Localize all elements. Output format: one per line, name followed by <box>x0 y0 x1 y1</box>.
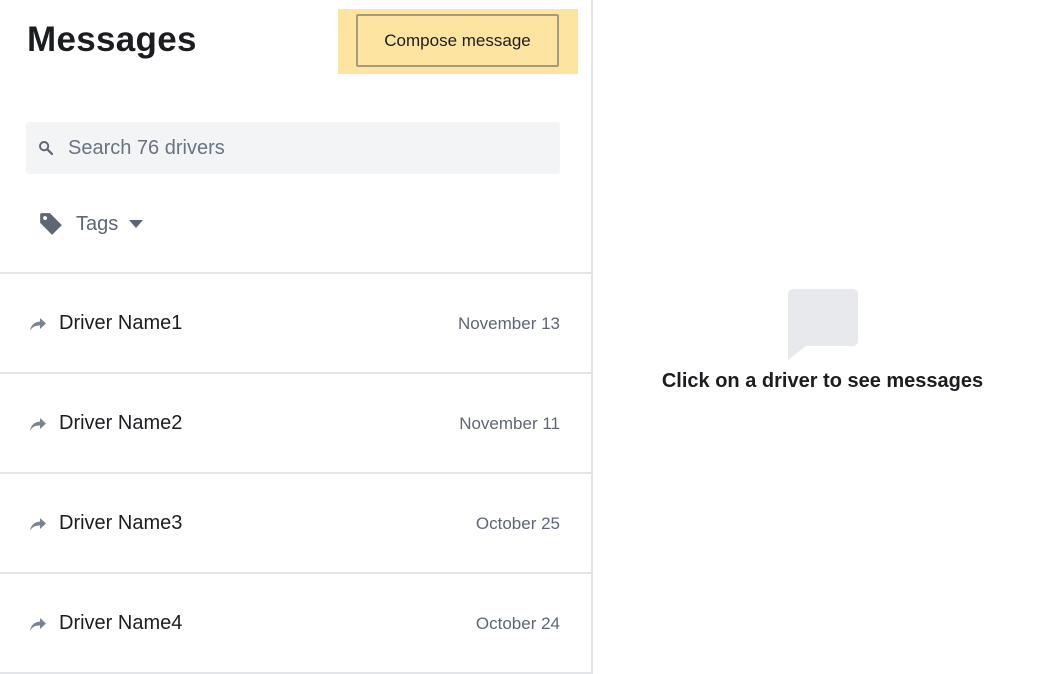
list-item[interactable]: Driver Name4 October 24 <box>0 572 592 674</box>
chevron-down-icon <box>129 220 144 228</box>
message-date: October 24 <box>475 614 560 633</box>
empty-state-message: Click on a driver to see messages <box>661 370 984 392</box>
driver-name: Driver Name2 <box>59 412 183 434</box>
forward-arrow-icon <box>30 318 46 331</box>
list-item[interactable]: Driver Name3 October 25 <box>0 472 592 572</box>
chat-bubble-icon <box>787 289 858 360</box>
driver-name: Driver Name1 <box>59 312 183 334</box>
message-date: November 13 <box>457 314 560 333</box>
driver-name: Driver Name4 <box>59 612 183 634</box>
tag-icon <box>40 213 62 235</box>
driver-list: Driver Name1 November 13 Driver Name2 No… <box>0 272 592 674</box>
list-item[interactable]: Driver Name2 November 11 <box>0 372 592 472</box>
forward-arrow-icon <box>30 618 46 631</box>
tags-label: Tags <box>76 212 119 235</box>
forward-arrow-icon <box>30 518 46 531</box>
empty-conversation-state: Click on a driver to see messages <box>593 288 1052 393</box>
list-item[interactable]: Driver Name1 November 13 <box>0 272 592 372</box>
search-icon <box>39 141 54 156</box>
forward-arrow-icon <box>30 418 46 431</box>
page-title: Messages <box>27 20 197 59</box>
compose-message-button[interactable]: Compose message <box>356 14 559 67</box>
driver-name: Driver Name3 <box>59 512 183 534</box>
message-date: October 25 <box>475 514 560 533</box>
message-date: November 11 <box>459 414 560 433</box>
search-box[interactable] <box>26 122 560 174</box>
search-input[interactable] <box>68 122 548 174</box>
driver-list-panel: Messages Compose message Tags Driver Nam… <box>0 0 593 674</box>
compose-highlight: Compose message <box>338 9 578 74</box>
tags-filter-dropdown[interactable]: Tags <box>38 208 144 240</box>
